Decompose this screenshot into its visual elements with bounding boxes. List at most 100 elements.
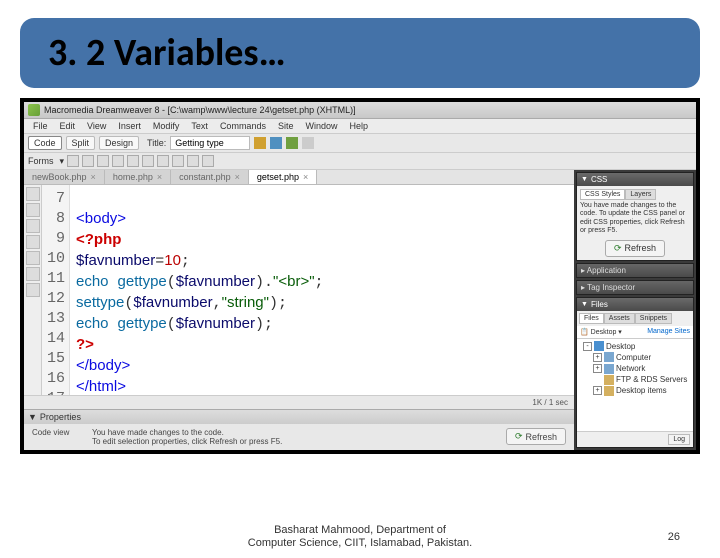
assets-tab[interactable]: Assets <box>604 313 635 324</box>
properties-view-label: Code view <box>32 428 82 437</box>
line-numbers: 7 8 9 10 11 12 13 14 15 16 17 <box>42 185 70 395</box>
properties-hint: You have made changes to the code. To ed… <box>92 428 496 446</box>
titlebar-text: Macromedia Dreamweaver 8 - [C:\wamp\www\… <box>44 105 356 115</box>
options-icon[interactable] <box>302 137 314 149</box>
form-tool-icon[interactable] <box>187 155 199 167</box>
code-view-button[interactable]: Code <box>28 136 62 150</box>
files-tab[interactable]: Files <box>579 313 604 324</box>
close-icon[interactable]: × <box>235 172 240 182</box>
tree-item[interactable]: +Desktop items <box>579 385 691 396</box>
form-tool-icon[interactable] <box>67 155 79 167</box>
validate-icon[interactable] <box>254 137 266 149</box>
document-tab[interactable]: newBook.php× <box>24 170 105 184</box>
expand-icon[interactable]: + <box>593 353 602 362</box>
file-tree: -Desktop+Computer+NetworkFTP & RDS Serve… <box>577 339 693 431</box>
app-frame: Macromedia Dreamweaver 8 - [C:\wamp\www\… <box>20 98 700 454</box>
properties-title: Properties <box>40 412 81 422</box>
tree-icon <box>604 352 614 362</box>
document-tab[interactable]: constant.php× <box>171 170 249 184</box>
form-tool-icon[interactable] <box>112 155 124 167</box>
dreamweaver-window: Macromedia Dreamweaver 8 - [C:\wamp\www\… <box>24 102 696 450</box>
properties-header[interactable]: ▼ Properties <box>24 410 574 424</box>
title-input[interactable] <box>170 136 250 150</box>
menu-insert[interactable]: Insert <box>113 120 146 132</box>
expand-icon[interactable]: + <box>593 364 602 373</box>
document-tabs: newBook.php×home.php×constant.php×getset… <box>24 170 574 185</box>
css-styles-tab[interactable]: CSS Styles <box>580 189 625 200</box>
titlebar: Macromedia Dreamweaver 8 - [C:\wamp\www\… <box>24 102 696 119</box>
close-icon[interactable]: × <box>157 172 162 182</box>
tree-item[interactable]: -Desktop <box>579 341 691 352</box>
menu-edit[interactable]: Edit <box>55 120 81 132</box>
menubar: FileEditViewInsertModifyTextCommandsSite… <box>24 119 696 134</box>
expand-icon[interactable]: - <box>583 342 592 351</box>
code-tool-icon[interactable] <box>26 267 40 281</box>
code-tool-icon[interactable] <box>26 251 40 265</box>
refresh-icon: ⟳ <box>515 431 523 442</box>
right-panels: ▼CSS CSS Styles Layers You have made cha… <box>574 170 696 450</box>
files-panel-header[interactable]: ▼Files <box>577 298 693 311</box>
form-tool-icon[interactable] <box>97 155 109 167</box>
tag-inspector-panel-header[interactable]: ▸ Tag Inspector <box>576 280 694 295</box>
code-tool-icon[interactable] <box>26 235 40 249</box>
close-icon[interactable]: × <box>303 172 308 182</box>
code-editor[interactable]: 7 8 9 10 11 12 13 14 15 16 17 <body> <?p… <box>24 185 574 395</box>
tree-item[interactable]: +Network <box>579 363 691 374</box>
tree-icon <box>604 386 614 396</box>
form-tool-icon[interactable] <box>172 155 184 167</box>
files-panel-footer: Log <box>577 431 693 447</box>
form-tool-icon[interactable] <box>202 155 214 167</box>
tree-icon <box>594 341 604 351</box>
code-content[interactable]: <body> <?php $favnumber=10; echo gettype… <box>70 185 574 395</box>
main-area: newBook.php×home.php×constant.php×getset… <box>24 170 696 450</box>
app-icon <box>28 104 40 116</box>
code-tool-icon[interactable] <box>26 203 40 217</box>
site-selector[interactable]: 📋 Desktop ▾ <box>580 328 622 336</box>
slide-header: 3. 2 Variables… <box>20 18 700 88</box>
footer-credit: Basharat Mahmood, Department of Computer… <box>248 524 472 550</box>
document-tab[interactable]: home.php× <box>105 170 171 184</box>
menu-file[interactable]: File <box>28 120 53 132</box>
insert-category[interactable]: Forms <box>28 156 54 166</box>
document-toolbar: Code Split Design Title: <box>24 134 696 153</box>
code-tool-icon[interactable] <box>26 187 40 201</box>
page-number: 26 <box>668 531 680 543</box>
css-refresh-button[interactable]: ⟳ Refresh <box>605 240 665 257</box>
refresh-icon: ⟳ <box>614 243 622 254</box>
document-tab[interactable]: getset.php× <box>249 170 317 184</box>
menu-site[interactable]: Site <box>273 120 299 132</box>
application-panel-header[interactable]: ▸ Application <box>576 263 694 278</box>
menu-window[interactable]: Window <box>300 120 342 132</box>
menu-commands[interactable]: Commands <box>215 120 271 132</box>
tree-item[interactable]: +Computer <box>579 352 691 363</box>
code-toolbar <box>24 185 42 395</box>
tree-icon <box>604 375 614 385</box>
check-icon[interactable] <box>286 137 298 149</box>
menu-view[interactable]: View <box>82 120 111 132</box>
form-tool-icon[interactable] <box>157 155 169 167</box>
layers-tab[interactable]: Layers <box>625 189 656 200</box>
refresh-button[interactable]: ⟳ Refresh <box>506 428 566 445</box>
menu-text[interactable]: Text <box>186 120 213 132</box>
code-tool-icon[interactable] <box>26 283 40 297</box>
form-tool-icon[interactable] <box>127 155 139 167</box>
design-view-button[interactable]: Design <box>99 136 139 150</box>
preview-icon[interactable] <box>270 137 282 149</box>
status-size: 1K / 1 sec <box>532 398 568 407</box>
menu-help[interactable]: Help <box>344 120 373 132</box>
close-icon[interactable]: × <box>91 172 96 182</box>
expand-icon[interactable]: + <box>593 386 602 395</box>
insert-bar: Forms▾ <box>24 153 696 170</box>
snippets-tab[interactable]: Snippets <box>635 313 672 324</box>
split-view-button[interactable]: Split <box>66 136 96 150</box>
menu-modify[interactable]: Modify <box>148 120 185 132</box>
collapse-icon[interactable]: ▼ <box>28 412 37 422</box>
css-panel-header[interactable]: ▼CSS <box>577 173 693 186</box>
manage-sites-link[interactable]: Manage Sites <box>647 328 690 336</box>
log-button[interactable]: Log <box>668 434 690 445</box>
form-tool-icon[interactable] <box>142 155 154 167</box>
form-tool-icon[interactable] <box>82 155 94 167</box>
code-tool-icon[interactable] <box>26 219 40 233</box>
status-bar: 1K / 1 sec <box>24 395 574 409</box>
tree-item[interactable]: FTP & RDS Servers <box>579 374 691 385</box>
